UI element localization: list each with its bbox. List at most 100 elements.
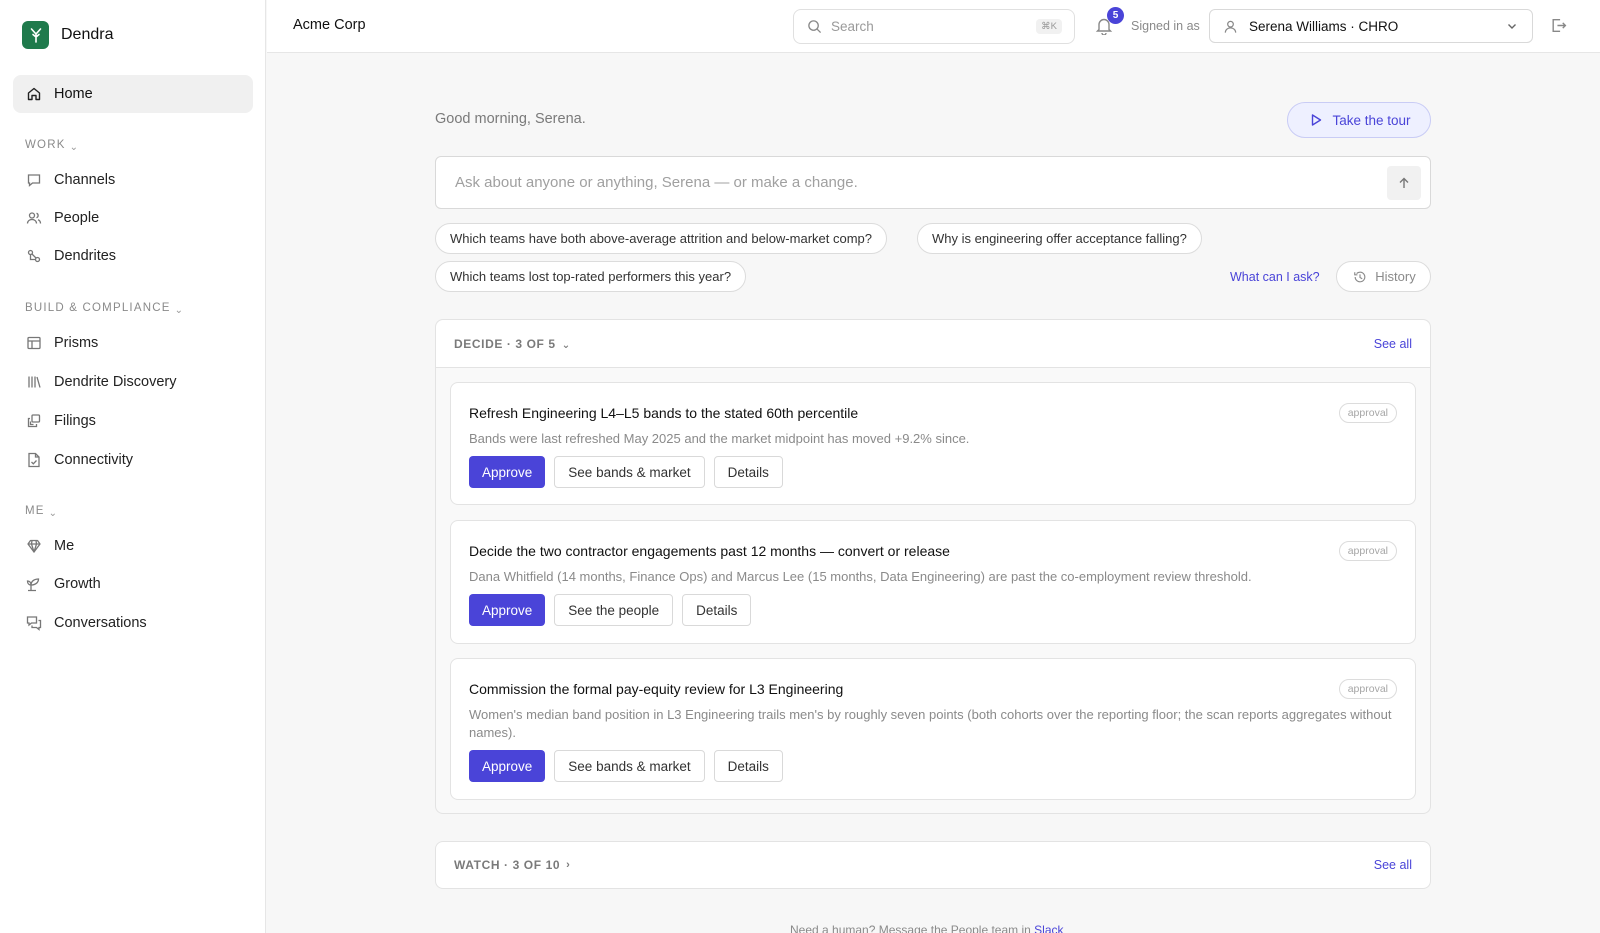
decision-description: Bands were last refreshed May 2025 and t… <box>469 431 970 446</box>
approval-tag: approval <box>1338 403 1397 423</box>
gem-icon <box>25 538 42 555</box>
sidebar-item-connectivity[interactable]: Connectivity <box>13 443 253 477</box>
sidebar-item-conversations[interactable]: Conversations <box>13 606 253 640</box>
filings-icon <box>25 413 42 430</box>
approval-tag: approval <box>1338 679 1397 699</box>
sidebar-item-label: Home <box>54 86 93 102</box>
see-bands-market-button[interactable]: See bands & market <box>554 456 705 488</box>
watch-toggle[interactable]: WATCH · 3 OF 10 › <box>454 858 570 872</box>
decide-title: DECIDE · 3 OF 5 <box>454 336 556 351</box>
sidebar-item-filings[interactable]: Filings <box>13 404 253 438</box>
approve-button[interactable]: Approve <box>469 750 546 782</box>
sidebar-item-me[interactable]: Me <box>13 529 253 563</box>
approve-button[interactable]: Approve <box>469 456 546 488</box>
sidebar-item-growth[interactable]: Growth <box>13 567 253 601</box>
send-button[interactable] <box>1387 165 1421 200</box>
see-bands-market-button[interactable]: See bands & market <box>554 750 705 782</box>
decide-toggle[interactable]: DECIDE · 3 OF 5 ⌄ <box>454 336 571 352</box>
decision-title: Refresh Engineering L4–L5 bands to the s… <box>469 405 859 421</box>
suggestion-chip[interactable]: Which teams have both above-average attr… <box>435 223 887 254</box>
logout-icon[interactable] <box>1550 17 1568 35</box>
library-icon <box>25 374 42 391</box>
section-heading-label: ME <box>25 505 45 517</box>
approve-button[interactable]: Approve <box>469 594 546 626</box>
sidebar-item-home[interactable]: Home <box>13 75 253 113</box>
section-heading-label: WORK <box>25 139 66 151</box>
sidebar-item-dendrite-discovery[interactable]: Dendrite Discovery <box>13 365 253 399</box>
greeting: Good morning, Serena. <box>435 111 586 127</box>
section-heading-me[interactable]: ME ⌄ <box>25 505 58 519</box>
search-icon <box>806 18 823 35</box>
decision-card: Refresh Engineering L4–L5 bands to the s… <box>450 382 1416 505</box>
decision-description: Women's median band position in L3 Engin… <box>469 707 1392 740</box>
decision-actions: Approve See the people Details <box>469 594 752 626</box>
search-input[interactable]: Search ⌘K <box>793 9 1075 44</box>
decision-actions: Approve See bands & market Details <box>469 750 783 782</box>
details-button[interactable]: Details <box>713 750 783 782</box>
details-button[interactable]: Details <box>682 594 752 626</box>
brand-name: Dendra <box>61 26 114 43</box>
sidebar-item-label: Filings <box>54 413 96 429</box>
sidebar-item-label: Dendrites <box>54 248 117 264</box>
decide-see-all-link[interactable]: See all <box>1374 337 1412 351</box>
decision-description: Dana Whitfield (14 months, Finance Ops) … <box>469 569 1252 584</box>
history-label: History <box>1375 269 1416 284</box>
sidebar-item-label: Channels <box>54 172 116 188</box>
conversations-icon <box>25 615 42 632</box>
watch-see-all-link[interactable]: See all <box>1374 858 1412 872</box>
decision-actions: Approve See bands & market Details <box>469 456 783 488</box>
slack-link[interactable]: Slack <box>1034 923 1063 933</box>
section-heading-build-compliance[interactable]: BUILD & COMPLIANCE ⌄ <box>25 302 185 316</box>
details-button[interactable]: Details <box>713 456 783 488</box>
suggestion-chip[interactable]: Why is engineering offer acceptance fall… <box>917 223 1202 254</box>
see-the-people-button[interactable]: See the people <box>554 594 674 626</box>
table-icon <box>25 335 42 352</box>
history-icon <box>1351 268 1368 285</box>
sidebar-item-label: Me <box>54 538 75 554</box>
org-name: Acme Corp <box>293 17 366 33</box>
top-bar: Acme Corp Search ⌘K 5 Signed in as Seren… <box>267 0 1600 53</box>
sidebar-item-dendrites[interactable]: Dendrites <box>13 239 253 273</box>
decision-card: Commission the formal pay-equity review … <box>450 658 1416 800</box>
chevron-down-icon: ⌄ <box>561 340 571 351</box>
signed-in-label: Signed in as <box>1131 19 1200 33</box>
decide-panel: DECIDE · 3 OF 5 ⌄ See all Refresh Engine… <box>435 319 1431 814</box>
what-can-i-ask-link[interactable]: What can I ask? <box>1230 270 1320 284</box>
history-button[interactable]: History <box>1336 261 1431 292</box>
user-role-select[interactable]: Serena Williams · CHRO <box>1209 9 1533 43</box>
decision-title: Commission the formal pay-equity review … <box>469 681 844 697</box>
home-icon <box>25 86 42 103</box>
decision-title: Decide the two contractor engagements pa… <box>469 543 950 559</box>
sprout-icon <box>25 576 42 593</box>
sidebar-item-prisms[interactable]: Prisms <box>13 326 253 360</box>
chevron-down-icon <box>1503 18 1520 35</box>
suggestion-chip[interactable]: Which teams lost top-rated performers th… <box>435 261 747 292</box>
chevron-down-icon: ⌄ <box>69 141 80 153</box>
section-heading-label: BUILD & COMPLIANCE <box>25 302 171 314</box>
arrow-up-icon <box>1396 174 1413 191</box>
take-tour-button[interactable]: Take the tour <box>1287 102 1431 138</box>
approval-tag: approval <box>1338 541 1397 561</box>
chevron-down-icon: ⌄ <box>174 304 185 316</box>
dendrites-icon <box>25 248 42 265</box>
notifications-badge: 5 <box>1107 7 1124 24</box>
sidebar-item-label: Prisms <box>54 335 99 351</box>
watch-panel: WATCH · 3 OF 10 › See all <box>435 841 1431 889</box>
sidebar-item-label: Conversations <box>54 615 147 631</box>
sidebar: Dendra Home WORK ⌄ Channels People Dendri… <box>0 0 266 933</box>
take-tour-label: Take the tour <box>1332 112 1411 128</box>
sidebar-item-label: Dendrite Discovery <box>54 374 177 390</box>
ask-input[interactable]: Ask about anyone or anything, Serena — o… <box>435 156 1431 209</box>
people-icon <box>25 210 42 227</box>
user-icon <box>1222 18 1239 35</box>
brand[interactable]: Dendra <box>22 21 113 49</box>
search-shortcut: ⌘K <box>1036 19 1062 34</box>
footer-note: Need a human? Message the People team in… <box>790 923 1064 933</box>
sidebar-item-channels[interactable]: Channels <box>13 163 253 197</box>
search-placeholder: Search <box>831 19 874 34</box>
sidebar-item-label: Growth <box>54 576 101 592</box>
section-heading-work[interactable]: WORK ⌄ <box>25 139 80 153</box>
footer-text: Need a human? Message the People team in <box>790 923 1031 933</box>
watch-title: WATCH · 3 OF 10 <box>454 858 561 872</box>
sidebar-item-people[interactable]: People <box>13 201 253 235</box>
